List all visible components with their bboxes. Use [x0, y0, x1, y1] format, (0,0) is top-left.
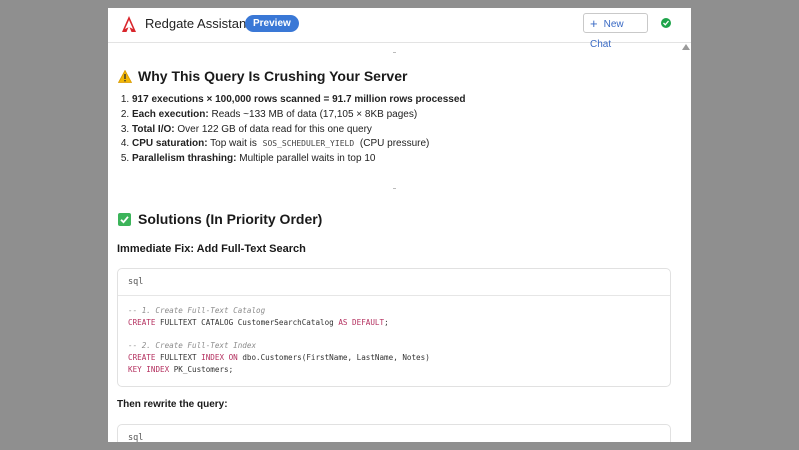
fix-heading: Immediate Fix: Add Full-Text Search — [117, 243, 306, 255]
list-item: Total I/O: Over 122 GB of data read for … — [132, 123, 466, 138]
redgate-logo-icon — [122, 16, 136, 32]
section-solutions-title-text: Solutions (In Priority Order) — [138, 211, 323, 227]
app-title: Redgate Assistant — [145, 16, 250, 31]
impact-list: 917 executions × 100,000 rows scanned = … — [118, 93, 466, 167]
divider — [393, 52, 396, 53]
chat-content: Why This Query Is Crushing Your Server 9… — [108, 43, 680, 442]
divider — [393, 188, 396, 189]
code-language-label: sql — [118, 269, 670, 296]
code-block[interactable]: sql -- 1. Create Full-Text Catalog CREAT… — [117, 268, 671, 387]
inline-code: SOS_SCHEDULER_YIELD — [262, 139, 355, 149]
header-bar: Redgate Assistant Preview + New Chat — [108, 8, 691, 50]
warning-icon — [118, 70, 132, 83]
assistant-window: Redgate Assistant Preview + New Chat Why … — [108, 8, 691, 442]
section-why-title: Why This Query Is Crushing Your Server — [118, 68, 407, 84]
code-content[interactable]: -- 1. Create Full-Text Catalog CREATE FU… — [118, 296, 670, 382]
rewrite-heading: Then rewrite the query: — [117, 399, 228, 410]
scroll-up-arrow-icon[interactable] — [682, 44, 690, 50]
section-solutions-title: Solutions (In Priority Order) — [118, 211, 322, 227]
code-language-label: sql — [118, 425, 670, 442]
section-why-title-text: Why This Query Is Crushing Your Server — [138, 68, 408, 84]
check-mark-icon — [118, 213, 131, 226]
plus-icon: + — [590, 16, 598, 31]
list-item: Each execution: Reads ~133 MB of data (1… — [132, 108, 466, 123]
code-block[interactable]: sql — [117, 424, 671, 442]
list-item: CPU saturation: Top wait is SOS_SCHEDULE… — [132, 137, 466, 152]
list-item: Parallelism thrashing: Multiple parallel… — [132, 152, 466, 167]
preview-badge: Preview — [245, 15, 299, 32]
list-item: 917 executions × 100,000 rows scanned = … — [132, 93, 466, 108]
connected-status-icon — [661, 18, 671, 28]
new-chat-button[interactable]: + New Chat — [583, 13, 648, 50]
